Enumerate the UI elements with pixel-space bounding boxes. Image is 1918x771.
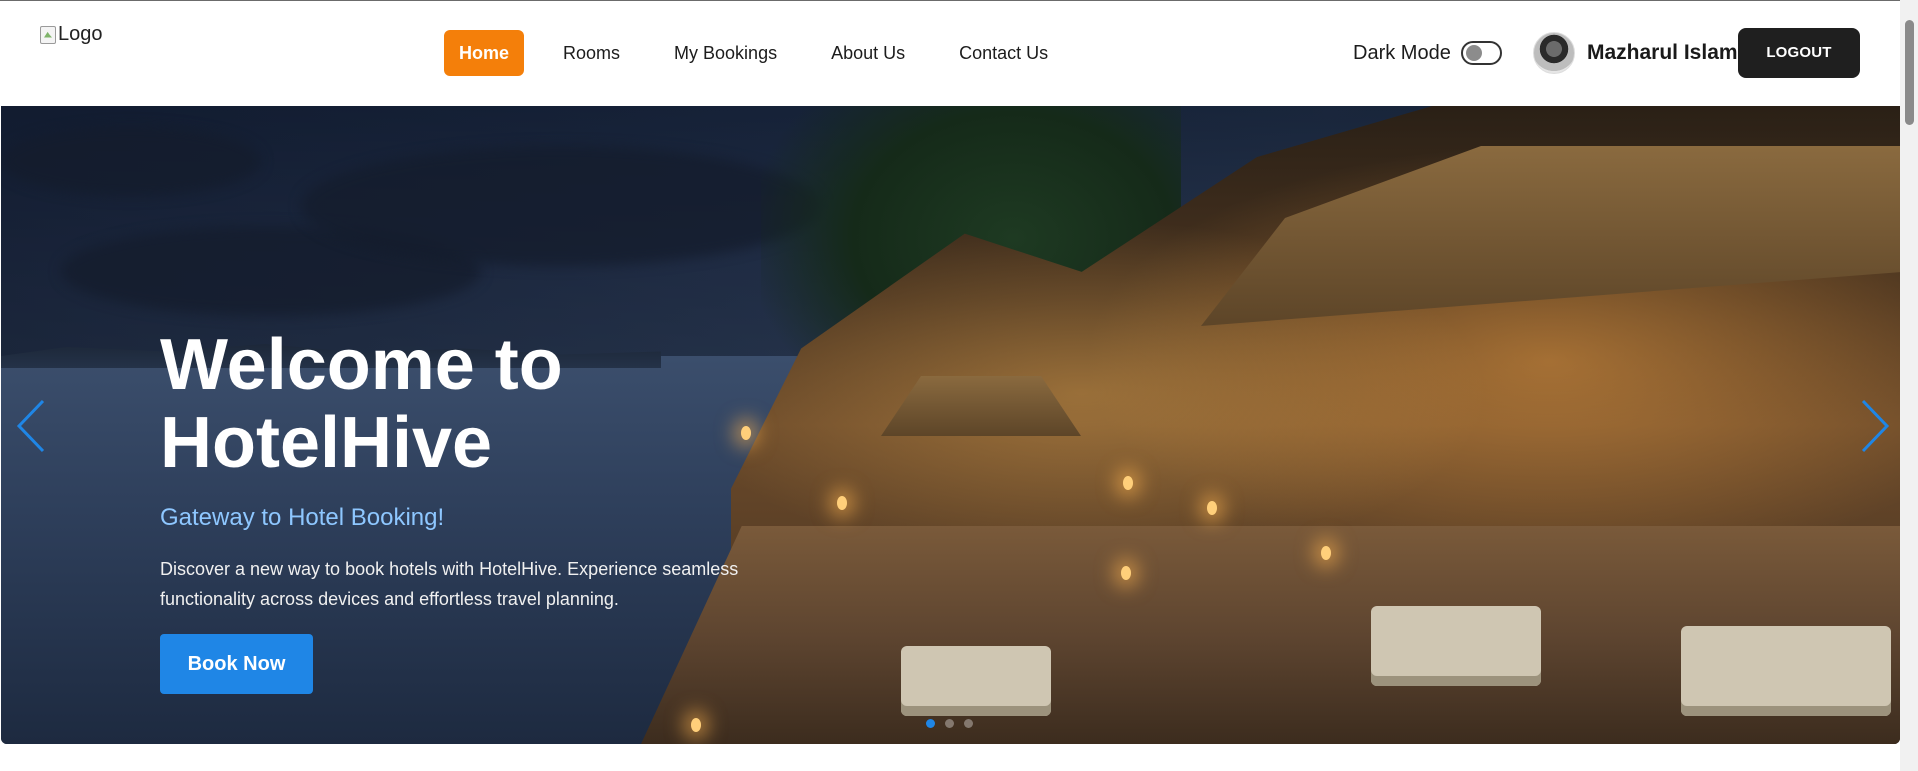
chevron-right-icon bbox=[1861, 399, 1890, 453]
nav-item-contact-us[interactable]: Contact Us bbox=[944, 30, 1063, 76]
nav-item-my-bookings[interactable]: My Bookings bbox=[659, 30, 792, 76]
lounge-sofa bbox=[901, 646, 1051, 716]
lamp-light bbox=[1207, 501, 1217, 515]
carousel-pagination bbox=[926, 719, 973, 728]
hero-content: Welcome to HotelHive Gateway to Hotel Bo… bbox=[160, 326, 880, 694]
lamp-light bbox=[1123, 476, 1133, 490]
lounge-sofa bbox=[1371, 606, 1541, 686]
user-avatar-icon[interactable] bbox=[1533, 32, 1575, 74]
nav-item-home[interactable]: Home bbox=[444, 30, 525, 76]
lamp-light bbox=[691, 718, 701, 732]
logo-alt-text: Logo bbox=[58, 23, 103, 45]
logo[interactable]: Logo bbox=[40, 23, 103, 46]
cloud-shape bbox=[301, 146, 821, 266]
dark-mode-label: Dark Mode bbox=[1353, 41, 1451, 64]
user-name: Mazharul Islam bbox=[1587, 41, 1738, 64]
hero-title-line2: HotelHive bbox=[160, 403, 493, 483]
hero-carousel: Welcome to HotelHive Gateway to Hotel Bo… bbox=[1, 106, 1900, 744]
nav-item-rooms[interactable]: Rooms bbox=[548, 30, 635, 76]
page-scrollbar[interactable] bbox=[1900, 0, 1918, 771]
dark-mode-toggle[interactable] bbox=[1460, 41, 1502, 65]
carousel-prev-button[interactable] bbox=[13, 396, 53, 456]
hero-title: Welcome to HotelHive bbox=[160, 326, 880, 482]
hero-subtitle: Gateway to Hotel Booking! bbox=[160, 504, 445, 531]
lounge-sofa bbox=[1681, 626, 1891, 716]
main-menu: Home Rooms My Bookings About Us Contact … bbox=[444, 30, 1087, 76]
chevron-left-icon bbox=[16, 399, 45, 453]
user-profile[interactable]: Mazharul Islam bbox=[1533, 32, 1738, 74]
hero-description: Discover a new way to book hotels with H… bbox=[160, 559, 739, 609]
carousel-dot-1[interactable] bbox=[926, 719, 935, 728]
scrollbar-thumb[interactable] bbox=[1905, 20, 1914, 125]
navbar: Logo Home Rooms My Bookings About Us Con… bbox=[0, 1, 1900, 106]
carousel-dot-3[interactable] bbox=[964, 719, 973, 728]
toggle-knob bbox=[1465, 45, 1482, 61]
hero-title-line1: Welcome to bbox=[160, 325, 563, 405]
logout-button[interactable]: LOGOUT bbox=[1738, 28, 1860, 78]
book-now-button[interactable]: Book Now bbox=[160, 634, 313, 694]
lamp-light bbox=[1321, 546, 1331, 560]
carousel-next-button[interactable] bbox=[1853, 396, 1893, 456]
dark-mode-control: Dark Mode bbox=[1353, 41, 1502, 65]
lamp-light bbox=[1121, 566, 1131, 580]
carousel-dot-2[interactable] bbox=[945, 719, 954, 728]
nav-item-about-us[interactable]: About Us bbox=[816, 30, 920, 76]
broken-image-icon bbox=[40, 25, 56, 44]
cloud-shape bbox=[1, 126, 261, 196]
